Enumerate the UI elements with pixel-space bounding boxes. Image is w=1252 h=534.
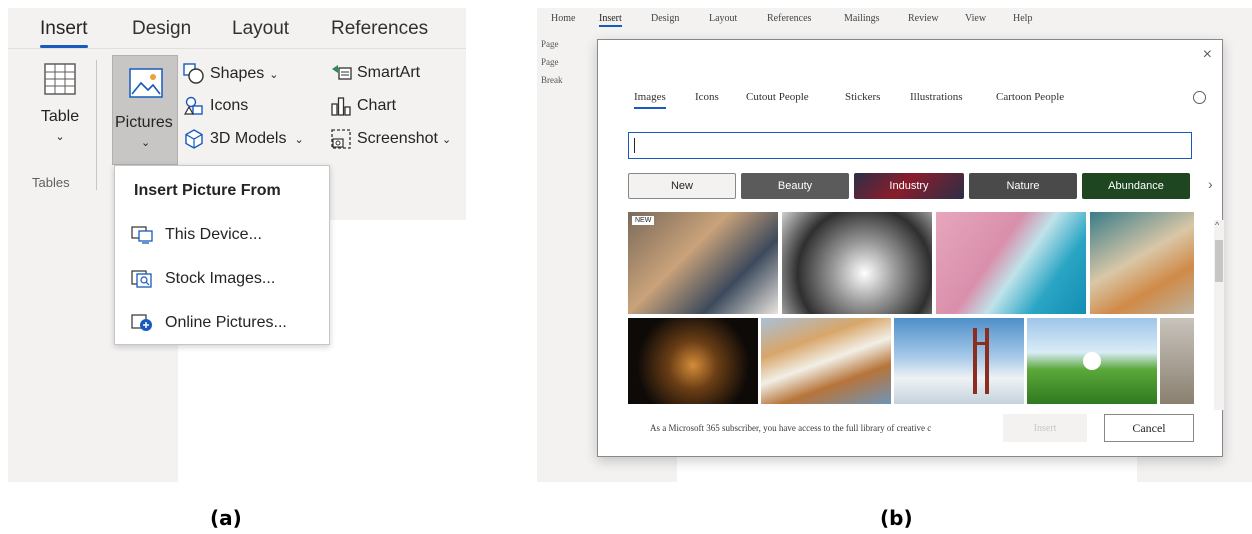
panel-a: Insert Design Layout References Table ⌄ … — [8, 8, 466, 482]
caption-b: (b) — [880, 506, 913, 530]
menu-item-this-device[interactable]: This Device... — [131, 226, 262, 244]
page-label: Page — [541, 57, 559, 67]
image-grid-scrollbar[interactable]: ^ — [1214, 220, 1224, 410]
smartart-icon — [332, 65, 352, 80]
dropdown-title: Insert Picture From — [134, 182, 281, 199]
caption-a: (a) — [210, 506, 242, 530]
screenshot-label: Screenshot — [357, 130, 438, 147]
bridge-tower-graphic — [973, 328, 989, 394]
dialog-tab-images[interactable]: Images — [634, 91, 666, 109]
chevron-down-icon: ⌄ — [294, 133, 304, 146]
smartart-label: SmartArt — [357, 64, 421, 81]
stock-image-photo-collage[interactable] — [761, 318, 891, 404]
menu-item-label: Online Pictures... — [165, 314, 287, 331]
insert-button[interactable]: Insert — [1003, 414, 1087, 442]
chevron-down-icon: ⌄ — [269, 68, 279, 81]
tab-view[interactable]: View — [965, 13, 986, 24]
icons-icon — [183, 96, 203, 115]
chart-label: Chart — [357, 97, 397, 114]
shapes-icon — [183, 63, 204, 84]
stock-image-cat[interactable] — [1090, 212, 1194, 314]
group-label-tables: Tables — [32, 175, 70, 190]
stock-images-dialog: × Images Icons Cutout People Stickers Il… — [597, 39, 1224, 457]
chip-beauty[interactable]: Beauty — [741, 173, 849, 199]
3d-models-icon — [185, 129, 203, 149]
dialog-tab-illustrations[interactable]: Illustrations — [910, 91, 963, 103]
chip-new[interactable]: New — [628, 173, 736, 199]
icons-button[interactable]: Icons — [183, 95, 248, 117]
stock-image-basketball[interactable] — [628, 318, 758, 404]
menu-item-stock-images[interactable]: Stock Images... — [131, 270, 275, 288]
table-label: Table — [40, 108, 80, 125]
table-icon — [44, 63, 76, 95]
text-caret — [634, 138, 635, 153]
golf-ball-graphic — [1083, 352, 1101, 370]
tab-insert[interactable]: Insert — [40, 18, 88, 48]
chip-nature[interactable]: Nature — [969, 173, 1077, 199]
stock-image-golden-gate[interactable] — [894, 318, 1024, 404]
stock-image-golf-ball[interactable] — [1027, 318, 1157, 404]
new-badge: NEW — [632, 216, 655, 225]
tab-mailings[interactable]: Mailings — [844, 13, 880, 24]
menu-item-label: Stock Images... — [165, 270, 276, 287]
page-label: Page — [541, 39, 559, 49]
tab-help[interactable]: Help — [1013, 13, 1032, 24]
online-pictures-icon — [131, 314, 152, 331]
tab-references[interactable]: References — [767, 13, 811, 24]
search-input[interactable] — [628, 132, 1192, 159]
subscriber-notice: As a Microsoft 365 subscriber, you have … — [650, 423, 932, 433]
3d-models-button[interactable]: 3D Models ⌄ — [183, 128, 304, 150]
panel-b: Home Insert Design Layout References Mai… — [537, 8, 1252, 482]
dialog-tab-cartoon-people[interactable]: Cartoon People — [996, 91, 1064, 103]
pictures-label: Pictures — [115, 114, 173, 131]
dialog-tab-cutout-people[interactable]: Cutout People — [746, 91, 809, 103]
menu-item-label: This Device... — [165, 226, 262, 243]
stock-image-spiral-stairs[interactable] — [782, 212, 932, 314]
pictures-button[interactable]: Pictures ⌄ — [112, 55, 178, 165]
chevron-down-icon: ⌄ — [55, 131, 65, 143]
chevron-up-icon[interactable]: ^ — [1215, 220, 1219, 230]
tab-design[interactable]: Design — [132, 18, 191, 40]
tab-insert[interactable]: Insert — [599, 13, 622, 27]
chart-icon — [331, 97, 351, 116]
shapes-button[interactable]: Shapes ⌄ — [183, 63, 278, 85]
dialog-tab-icons[interactable]: Icons — [695, 91, 719, 103]
device-icon — [131, 226, 153, 244]
chip-abundance[interactable]: Abundance — [1082, 173, 1190, 199]
ribbon-separator — [96, 60, 97, 190]
chevron-down-icon: ⌄ — [141, 137, 151, 149]
cancel-button[interactable]: Cancel — [1104, 414, 1194, 442]
chevron-right-icon[interactable]: › — [1208, 176, 1213, 192]
insert-picture-dropdown: Insert Picture From This Device... Stock… — [114, 165, 330, 345]
icons-label: Icons — [210, 97, 249, 114]
3d-models-label: 3D Models — [210, 130, 287, 147]
feedback-smiley-icon[interactable] — [1193, 91, 1206, 104]
tab-references[interactable]: References — [331, 18, 428, 40]
tab-layout[interactable]: Layout — [709, 13, 737, 24]
screenshot-button[interactable]: Screenshot ⌄ — [330, 128, 451, 150]
stock-image-beach[interactable] — [936, 212, 1086, 314]
tab-review[interactable]: Review — [908, 13, 939, 24]
tab-layout[interactable]: Layout — [232, 18, 289, 40]
dialog-tab-stickers[interactable]: Stickers — [845, 91, 880, 103]
scrollbar-thumb[interactable] — [1215, 240, 1223, 282]
close-icon[interactable]: × — [1203, 46, 1212, 64]
chip-industry[interactable]: Industry — [854, 173, 964, 199]
tab-home[interactable]: Home — [551, 13, 575, 24]
tab-design[interactable]: Design — [651, 13, 679, 24]
stock-image-street[interactable] — [1160, 318, 1194, 404]
break-label: Break — [541, 75, 563, 85]
pictures-icon — [129, 68, 163, 98]
smartart-button[interactable]: SmartArt — [330, 63, 420, 83]
chevron-down-icon: ⌄ — [441, 133, 452, 146]
table-button[interactable]: Table ⌄ — [26, 62, 94, 143]
stock-image-people[interactable]: NEW — [628, 212, 778, 314]
shapes-label: Shapes — [210, 65, 265, 82]
screenshot-icon — [331, 129, 351, 149]
menu-item-online-pictures[interactable]: Online Pictures... — [131, 314, 287, 332]
stock-images-icon — [131, 270, 152, 288]
chart-button[interactable]: Chart — [330, 95, 396, 117]
